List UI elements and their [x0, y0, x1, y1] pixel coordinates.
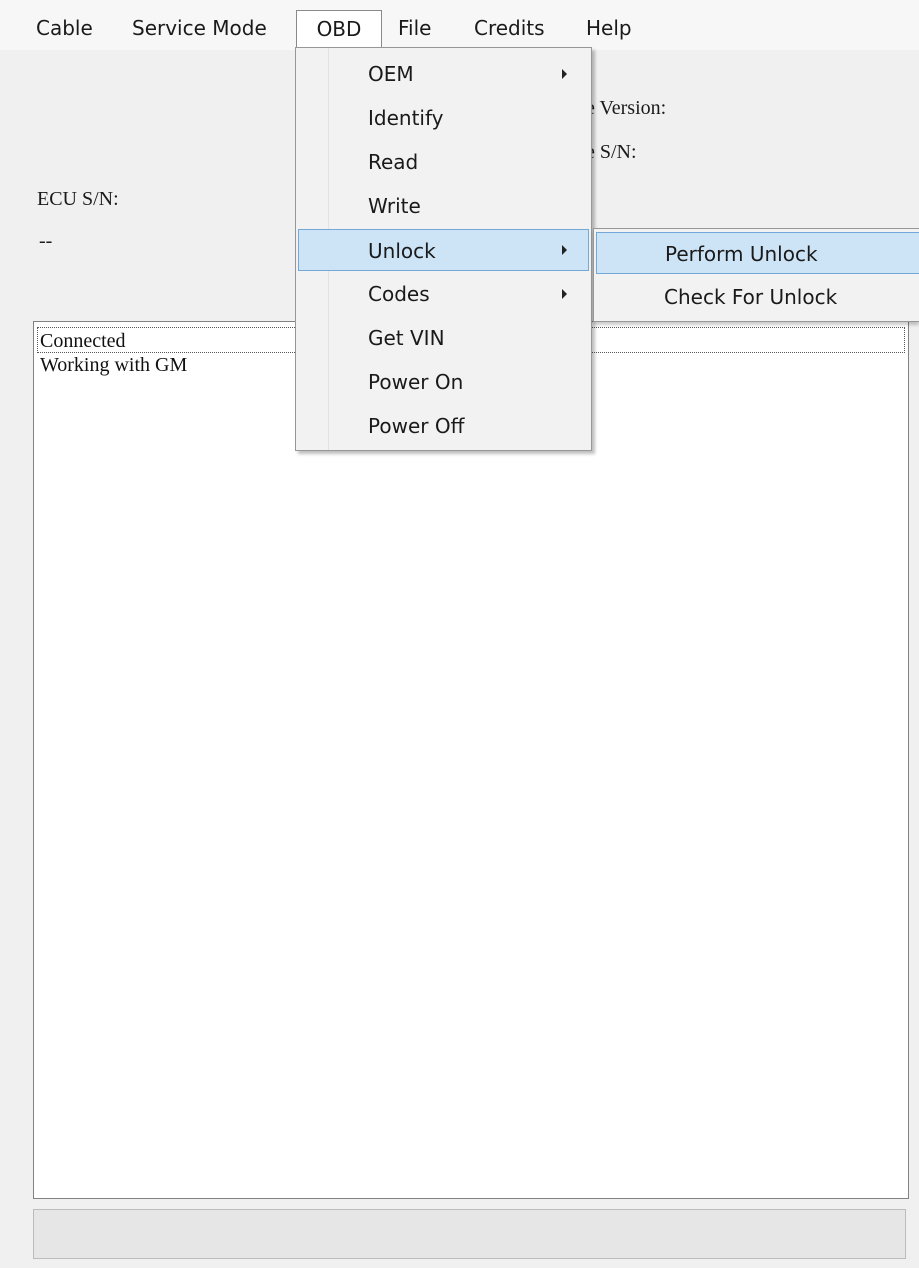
menu-item-power-off[interactable]: Power Off: [298, 405, 589, 447]
submenu-item-label: Perform Unlock: [665, 242, 818, 266]
menu-item-label: Get VIN: [368, 326, 445, 350]
menu-item-label: Power On: [368, 370, 464, 394]
menu-cable[interactable]: Cable: [36, 10, 93, 48]
version-label: e Version:: [586, 97, 667, 119]
menu-item-identify[interactable]: Identify: [298, 97, 589, 139]
ecu-sn-label: ECU S/N:: [37, 188, 119, 210]
unlock-submenu: Perform Unlock Check For Unlock: [593, 228, 919, 322]
menu-help[interactable]: Help: [586, 10, 632, 48]
serial-number-label: e S/N:: [586, 141, 637, 163]
menu-item-get-vin[interactable]: Get VIN: [298, 317, 589, 359]
log-list[interactable]: Connected Working with GM: [33, 321, 909, 1199]
log-line[interactable]: Working with GM: [40, 353, 187, 377]
menu-item-label: Power Off: [368, 414, 465, 438]
menu-credits[interactable]: Credits: [474, 10, 545, 48]
submenu-arrow-icon: [562, 245, 567, 255]
menu-obd[interactable]: OBD: [296, 10, 382, 48]
menu-item-label: Unlock: [368, 239, 436, 263]
submenu-item-label: Check For Unlock: [664, 285, 838, 309]
menu-item-label: Codes: [368, 282, 430, 306]
submenu-item-check-for-unlock[interactable]: Check For Unlock: [596, 276, 919, 318]
menu-file[interactable]: File: [398, 10, 431, 48]
menu-item-label: Read: [368, 150, 419, 174]
menu-service-mode[interactable]: Service Mode: [132, 10, 267, 48]
menu-item-oem[interactable]: OEM: [298, 53, 589, 95]
menu-bar: Cable Service Mode OBD File Credits Help: [0, 0, 919, 50]
menu-item-unlock[interactable]: Unlock: [298, 229, 589, 271]
menu-item-power-on[interactable]: Power On: [298, 361, 589, 403]
menu-item-write[interactable]: Write: [298, 185, 589, 227]
submenu-arrow-icon: [562, 289, 567, 299]
menu-item-label: Identify: [368, 106, 444, 130]
menu-item-label: OEM: [368, 62, 414, 86]
status-bar: [33, 1209, 906, 1259]
menu-item-read[interactable]: Read: [298, 141, 589, 183]
ecu-sn-value: --: [39, 230, 53, 252]
log-line[interactable]: Connected: [40, 329, 126, 353]
submenu-item-perform-unlock[interactable]: Perform Unlock: [596, 232, 919, 274]
menu-item-label: Write: [368, 194, 421, 218]
submenu-arrow-icon: [562, 69, 567, 79]
menu-item-codes[interactable]: Codes: [298, 273, 589, 315]
obd-dropdown-menu: OEM Identify Read Write Unlock Codes Get…: [295, 47, 592, 451]
